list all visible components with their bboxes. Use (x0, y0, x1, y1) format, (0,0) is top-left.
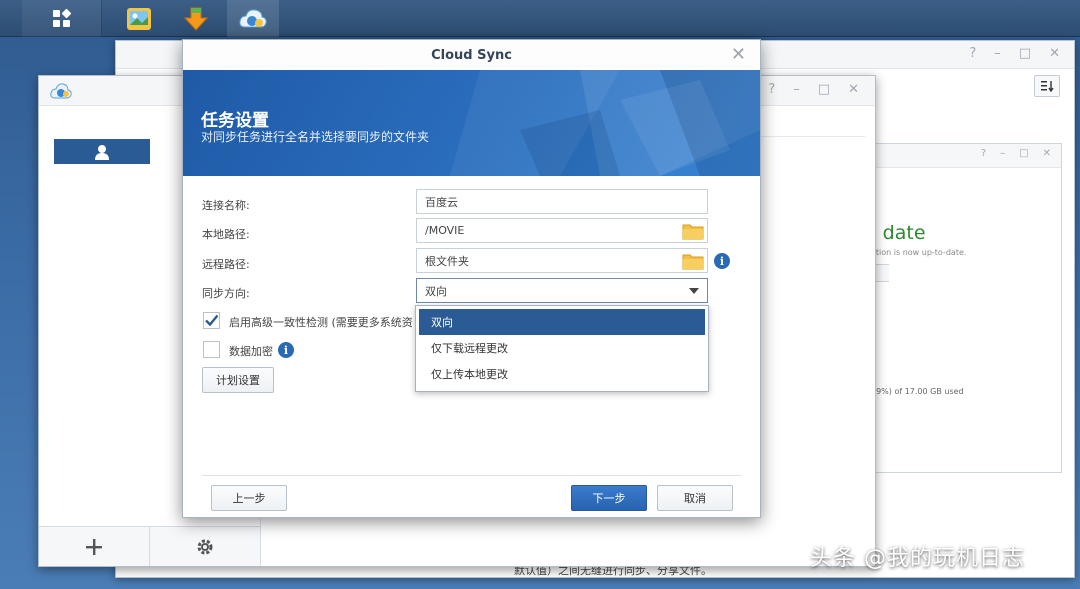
help-icon[interactable]: ? (969, 46, 976, 61)
taskbar-photo-app[interactable] (113, 0, 165, 37)
minimize-icon[interactable]: – (1000, 148, 1005, 159)
next-button[interactable]: 下一步 (571, 485, 647, 511)
taskbar-download-station[interactable] (170, 0, 222, 37)
connection-name-value: 百度云 (425, 195, 458, 209)
main-window-controls: ? – □ ✕ (768, 82, 859, 97)
info-icon[interactable]: i (278, 342, 294, 358)
add-connection-button[interactable] (39, 527, 150, 566)
main-menu-button[interactable] (22, 0, 102, 37)
remote-path-label: 远程路径: (202, 258, 250, 271)
status-subtitle: ation is now up-to-date. (871, 248, 967, 257)
maximize-icon[interactable]: □ (1019, 46, 1031, 61)
close-icon[interactable]: ✕ (731, 44, 746, 65)
banner-subtitle: 对同步任务进行全名并选择要同步的文件夹 (201, 130, 430, 144)
minimize-icon[interactable]: – (994, 46, 1001, 61)
photo-app-icon (127, 7, 151, 30)
close-icon[interactable]: ✕ (1049, 46, 1060, 61)
background-window-controls: ? – □ ✕ (969, 46, 1060, 61)
remote-path-input[interactable]: 根文件夹 (416, 248, 708, 273)
local-path-label: 本地路径: (202, 228, 250, 241)
banner-decoration (450, 70, 760, 176)
folder-icon[interactable] (682, 222, 704, 240)
cancel-button[interactable]: 取消 (657, 485, 733, 511)
watermark-text: 头条 @我的玩机日志 (810, 546, 1025, 571)
encryption-label: 数据加密 (229, 345, 273, 358)
sort-icon (1041, 81, 1054, 92)
dialog-title: Cloud Sync (431, 47, 512, 63)
grid-icon (52, 8, 71, 27)
usage-text: 79%) of 17.00 GB used (871, 387, 964, 396)
sync-direction-select[interactable]: 双向 (416, 278, 708, 303)
sync-direction-label: 同步方向: (202, 287, 250, 300)
dropdown-option-bidirectional[interactable]: 双向 (419, 309, 705, 335)
connection-name-input[interactable]: 百度云 (416, 189, 708, 214)
consistency-check-label: 启用高级一致性检测 (需要更多系统资 (229, 316, 413, 329)
local-path-value: /MOVIE (425, 224, 465, 237)
sidebar-footer (39, 526, 261, 566)
settings-button[interactable] (150, 527, 261, 566)
dropdown-option-upload-only[interactable]: 仅上传本地更改 (419, 361, 705, 387)
cloud-sync-app-icon (50, 83, 72, 99)
help-icon[interactable]: ? (981, 148, 986, 159)
consistency-check-checkbox[interactable] (203, 312, 220, 329)
sidebar-item-account[interactable] (54, 139, 150, 164)
footer-divider (202, 475, 741, 476)
chevron-down-icon (689, 288, 699, 294)
download-arrow-icon (183, 7, 209, 31)
taskbar (0, 0, 1080, 37)
dialog-title-bar: Cloud Sync ✕ (183, 40, 760, 70)
dropdown-option-download-only[interactable]: 仅下载远程更改 (419, 335, 705, 361)
maximize-icon[interactable]: □ (818, 82, 830, 97)
sort-button[interactable] (1034, 75, 1060, 97)
help-icon[interactable]: ? (768, 82, 775, 97)
close-icon[interactable]: ✕ (1043, 148, 1051, 159)
task-settings-dialog: Cloud Sync ✕ 任务设置 对同步任务进行全名并选择要同步的文件夹 连接… (182, 39, 761, 518)
checkmark-icon (205, 314, 219, 327)
sync-direction-value: 双向 (425, 284, 447, 298)
sync-direction-dropdown: 双向 仅下载远程更改 仅上传本地更改 (415, 305, 709, 392)
status-window-controls: ? – □ ✕ (981, 148, 1051, 159)
encryption-checkbox[interactable] (203, 341, 220, 358)
dialog-banner: 任务设置 对同步任务进行全名并选择要同步的文件夹 (183, 70, 760, 176)
remote-path-value: 根文件夹 (425, 254, 469, 268)
minimize-icon[interactable]: – (793, 82, 800, 97)
local-path-input[interactable]: /MOVIE (416, 218, 708, 243)
gear-icon (197, 539, 213, 554)
folder-icon[interactable] (682, 252, 704, 270)
connection-name-label: 连接名称: (202, 199, 250, 212)
info-icon[interactable]: i (714, 253, 730, 269)
maximize-icon[interactable]: □ (1019, 148, 1028, 159)
plus-icon (86, 538, 102, 555)
back-button[interactable]: 上一步 (211, 485, 287, 511)
user-icon (95, 144, 109, 160)
schedule-button[interactable]: 计划设置 (202, 367, 274, 393)
close-icon[interactable]: ✕ (848, 82, 859, 97)
taskbar-cloud-sync[interactable] (227, 0, 279, 37)
cloud-sync-icon (239, 8, 267, 27)
